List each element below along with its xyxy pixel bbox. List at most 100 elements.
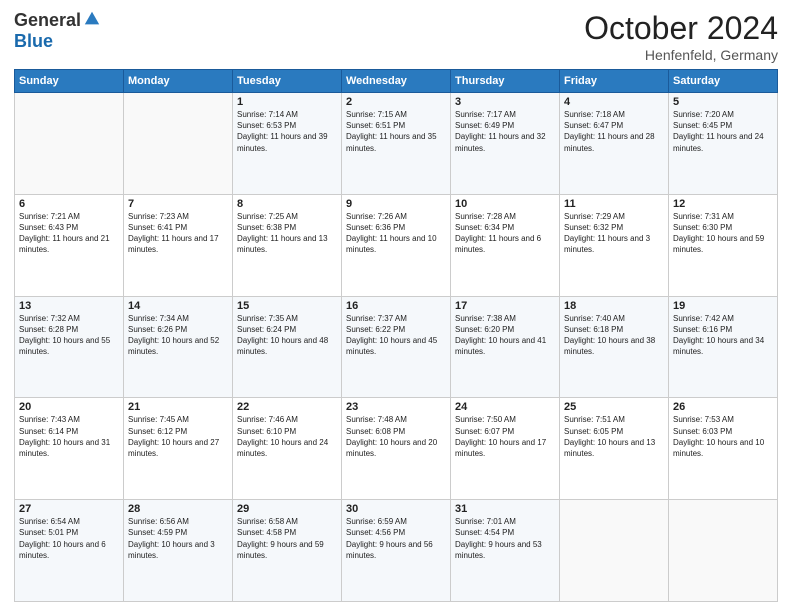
- calendar-cell: [15, 93, 124, 195]
- day-number: 30: [346, 503, 446, 515]
- day-info: Sunrise: 7:42 AMSunset: 6:16 PMDaylight:…: [673, 313, 773, 358]
- day-info: Sunrise: 7:34 AMSunset: 6:26 PMDaylight:…: [128, 313, 228, 358]
- day-number: 22: [237, 401, 337, 413]
- calendar-cell: [124, 93, 233, 195]
- calendar-cell: 8Sunrise: 7:25 AMSunset: 6:38 PMDaylight…: [233, 194, 342, 296]
- day-info: Sunrise: 7:15 AMSunset: 6:51 PMDaylight:…: [346, 109, 446, 154]
- calendar-cell: 17Sunrise: 7:38 AMSunset: 6:20 PMDayligh…: [451, 296, 560, 398]
- calendar-cell: 9Sunrise: 7:26 AMSunset: 6:36 PMDaylight…: [342, 194, 451, 296]
- day-number: 7: [128, 198, 228, 210]
- calendar-cell: 4Sunrise: 7:18 AMSunset: 6:47 PMDaylight…: [560, 93, 669, 195]
- day-number: 21: [128, 401, 228, 413]
- calendar-cell: 5Sunrise: 7:20 AMSunset: 6:45 PMDaylight…: [669, 93, 778, 195]
- day-info: Sunrise: 7:31 AMSunset: 6:30 PMDaylight:…: [673, 211, 773, 256]
- day-number: 13: [19, 300, 119, 312]
- logo-icon: [83, 10, 101, 28]
- calendar-cell: 14Sunrise: 7:34 AMSunset: 6:26 PMDayligh…: [124, 296, 233, 398]
- calendar-cell: 29Sunrise: 6:58 AMSunset: 4:58 PMDayligh…: [233, 500, 342, 602]
- calendar-cell: 12Sunrise: 7:31 AMSunset: 6:30 PMDayligh…: [669, 194, 778, 296]
- day-number: 28: [128, 503, 228, 515]
- calendar-cell: 13Sunrise: 7:32 AMSunset: 6:28 PMDayligh…: [15, 296, 124, 398]
- day-number: 4: [564, 96, 664, 108]
- calendar-cell: 11Sunrise: 7:29 AMSunset: 6:32 PMDayligh…: [560, 194, 669, 296]
- header: General Blue October 2024 Henfenfeld, Ge…: [14, 10, 778, 63]
- day-number: 25: [564, 401, 664, 413]
- day-number: 3: [455, 96, 555, 108]
- calendar-cell: 18Sunrise: 7:40 AMSunset: 6:18 PMDayligh…: [560, 296, 669, 398]
- calendar-cell: 30Sunrise: 6:59 AMSunset: 4:56 PMDayligh…: [342, 500, 451, 602]
- calendar-week-1: 1Sunrise: 7:14 AMSunset: 6:53 PMDaylight…: [15, 93, 778, 195]
- day-info: Sunrise: 7:43 AMSunset: 6:14 PMDaylight:…: [19, 414, 119, 459]
- day-info: Sunrise: 7:46 AMSunset: 6:10 PMDaylight:…: [237, 414, 337, 459]
- calendar-cell: 1Sunrise: 7:14 AMSunset: 6:53 PMDaylight…: [233, 93, 342, 195]
- month-title: October 2024: [584, 10, 778, 47]
- day-info: Sunrise: 7:25 AMSunset: 6:38 PMDaylight:…: [237, 211, 337, 256]
- day-number: 8: [237, 198, 337, 210]
- calendar-cell: 25Sunrise: 7:51 AMSunset: 6:05 PMDayligh…: [560, 398, 669, 500]
- day-header-wednesday: Wednesday: [342, 70, 451, 93]
- day-info: Sunrise: 7:51 AMSunset: 6:05 PMDaylight:…: [564, 414, 664, 459]
- day-number: 14: [128, 300, 228, 312]
- calendar-cell: [669, 500, 778, 602]
- calendar-cell: 16Sunrise: 7:37 AMSunset: 6:22 PMDayligh…: [342, 296, 451, 398]
- calendar-cell: 27Sunrise: 6:54 AMSunset: 5:01 PMDayligh…: [15, 500, 124, 602]
- day-info: Sunrise: 7:45 AMSunset: 6:12 PMDaylight:…: [128, 414, 228, 459]
- day-info: Sunrise: 7:40 AMSunset: 6:18 PMDaylight:…: [564, 313, 664, 358]
- calendar-cell: 28Sunrise: 6:56 AMSunset: 4:59 PMDayligh…: [124, 500, 233, 602]
- day-number: 6: [19, 198, 119, 210]
- day-number: 2: [346, 96, 446, 108]
- day-info: Sunrise: 7:23 AMSunset: 6:41 PMDaylight:…: [128, 211, 228, 256]
- day-info: Sunrise: 7:50 AMSunset: 6:07 PMDaylight:…: [455, 414, 555, 459]
- day-info: Sunrise: 7:28 AMSunset: 6:34 PMDaylight:…: [455, 211, 555, 256]
- calendar-week-2: 6Sunrise: 7:21 AMSunset: 6:43 PMDaylight…: [15, 194, 778, 296]
- day-number: 20: [19, 401, 119, 413]
- title-block: October 2024 Henfenfeld, Germany: [584, 10, 778, 63]
- day-header-tuesday: Tuesday: [233, 70, 342, 93]
- calendar-cell: 22Sunrise: 7:46 AMSunset: 6:10 PMDayligh…: [233, 398, 342, 500]
- day-number: 31: [455, 503, 555, 515]
- day-info: Sunrise: 6:56 AMSunset: 4:59 PMDaylight:…: [128, 516, 228, 561]
- day-number: 12: [673, 198, 773, 210]
- calendar-cell: 15Sunrise: 7:35 AMSunset: 6:24 PMDayligh…: [233, 296, 342, 398]
- day-number: 18: [564, 300, 664, 312]
- calendar-cell: 6Sunrise: 7:21 AMSunset: 6:43 PMDaylight…: [15, 194, 124, 296]
- calendar-cell: 26Sunrise: 7:53 AMSunset: 6:03 PMDayligh…: [669, 398, 778, 500]
- day-info: Sunrise: 7:20 AMSunset: 6:45 PMDaylight:…: [673, 109, 773, 154]
- calendar-cell: 7Sunrise: 7:23 AMSunset: 6:41 PMDaylight…: [124, 194, 233, 296]
- day-number: 10: [455, 198, 555, 210]
- calendar-cell: 19Sunrise: 7:42 AMSunset: 6:16 PMDayligh…: [669, 296, 778, 398]
- calendar-week-3: 13Sunrise: 7:32 AMSunset: 6:28 PMDayligh…: [15, 296, 778, 398]
- day-info: Sunrise: 7:01 AMSunset: 4:54 PMDaylight:…: [455, 516, 555, 561]
- calendar-table: SundayMondayTuesdayWednesdayThursdayFrid…: [14, 69, 778, 602]
- calendar-cell: 20Sunrise: 7:43 AMSunset: 6:14 PMDayligh…: [15, 398, 124, 500]
- calendar-cell: [560, 500, 669, 602]
- calendar-cell: 23Sunrise: 7:48 AMSunset: 6:08 PMDayligh…: [342, 398, 451, 500]
- day-number: 19: [673, 300, 773, 312]
- day-number: 29: [237, 503, 337, 515]
- day-number: 27: [19, 503, 119, 515]
- logo-blue-text: Blue: [14, 31, 53, 52]
- calendar-cell: 21Sunrise: 7:45 AMSunset: 6:12 PMDayligh…: [124, 398, 233, 500]
- calendar-header-row: SundayMondayTuesdayWednesdayThursdayFrid…: [15, 70, 778, 93]
- day-number: 23: [346, 401, 446, 413]
- day-info: Sunrise: 6:59 AMSunset: 4:56 PMDaylight:…: [346, 516, 446, 561]
- day-number: 17: [455, 300, 555, 312]
- day-number: 15: [237, 300, 337, 312]
- day-info: Sunrise: 7:18 AMSunset: 6:47 PMDaylight:…: [564, 109, 664, 154]
- day-info: Sunrise: 7:35 AMSunset: 6:24 PMDaylight:…: [237, 313, 337, 358]
- day-info: Sunrise: 7:37 AMSunset: 6:22 PMDaylight:…: [346, 313, 446, 358]
- day-number: 9: [346, 198, 446, 210]
- page: General Blue October 2024 Henfenfeld, Ge…: [0, 0, 792, 612]
- calendar-cell: 10Sunrise: 7:28 AMSunset: 6:34 PMDayligh…: [451, 194, 560, 296]
- day-header-monday: Monday: [124, 70, 233, 93]
- day-header-thursday: Thursday: [451, 70, 560, 93]
- day-info: Sunrise: 7:53 AMSunset: 6:03 PMDaylight:…: [673, 414, 773, 459]
- logo-general-text: General: [14, 10, 81, 31]
- calendar-cell: 3Sunrise: 7:17 AMSunset: 6:49 PMDaylight…: [451, 93, 560, 195]
- location: Henfenfeld, Germany: [584, 47, 778, 63]
- day-number: 26: [673, 401, 773, 413]
- calendar-cell: 31Sunrise: 7:01 AMSunset: 4:54 PMDayligh…: [451, 500, 560, 602]
- day-info: Sunrise: 7:26 AMSunset: 6:36 PMDaylight:…: [346, 211, 446, 256]
- day-number: 24: [455, 401, 555, 413]
- day-header-sunday: Sunday: [15, 70, 124, 93]
